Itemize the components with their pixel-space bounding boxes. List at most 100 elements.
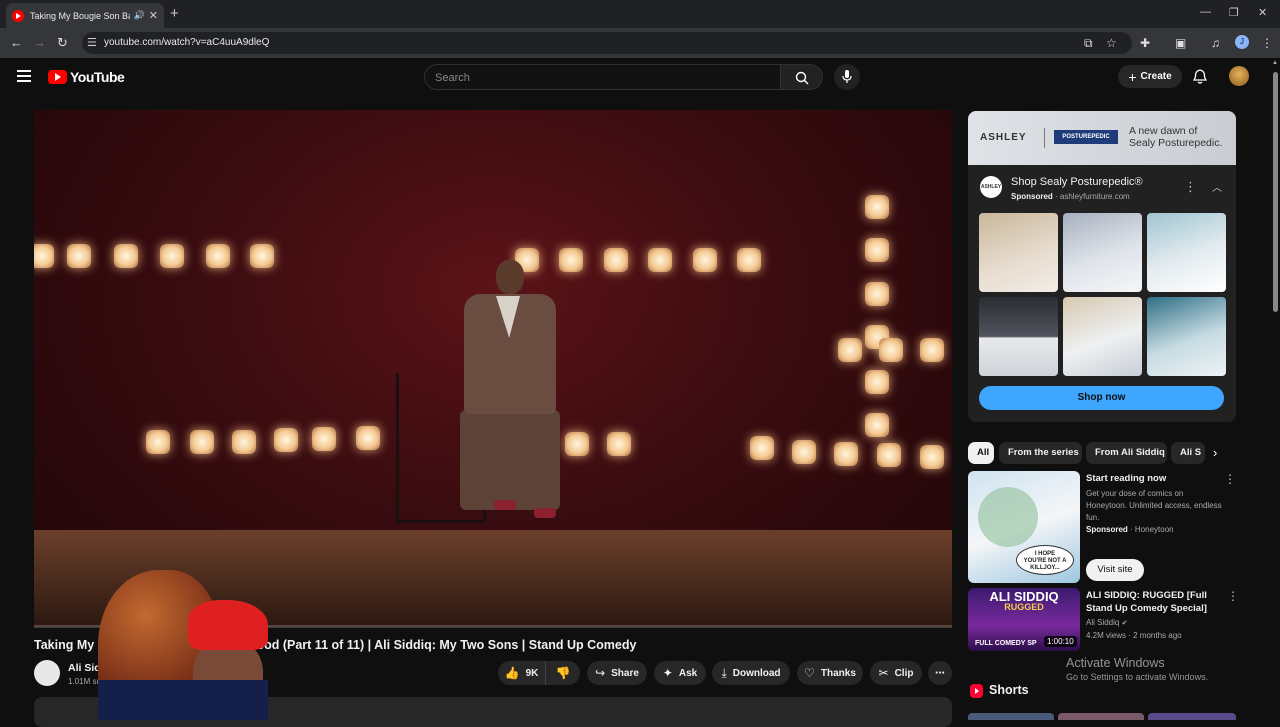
chevron-right-icon[interactable]: › bbox=[1213, 445, 1217, 460]
share-button[interactable]: ↪ Share bbox=[587, 661, 647, 685]
thumbs-up-icon: 👍 bbox=[504, 666, 520, 680]
sponsored-label: Sponsored bbox=[1086, 525, 1128, 534]
chip-from-ali-siddiq[interactable]: From Ali Siddiq bbox=[1086, 442, 1167, 464]
create-button[interactable]: + Create bbox=[1118, 65, 1182, 88]
voice-search-button[interactable] bbox=[834, 64, 860, 90]
comic-character bbox=[978, 487, 1038, 547]
restore-icon[interactable]: ❐ bbox=[1229, 6, 1239, 19]
create-label: Create bbox=[1140, 71, 1172, 82]
more-vertical-icon[interactable]: ⋮ bbox=[1184, 179, 1197, 195]
download-button[interactable]: ⤓ Download bbox=[712, 661, 790, 685]
stage-light bbox=[607, 432, 631, 456]
ask-button[interactable]: ✦ Ask bbox=[654, 661, 706, 685]
short-thumbnail[interactable] bbox=[1058, 713, 1144, 720]
scissors-icon: ✂ bbox=[878, 666, 889, 680]
notifications-bell-icon[interactable] bbox=[1193, 69, 1207, 85]
like-button[interactable]: 👍 9K bbox=[498, 661, 546, 685]
account-avatar[interactable] bbox=[1229, 66, 1249, 86]
extensions-icon[interactable]: ✚ bbox=[1140, 36, 1150, 50]
close-tab-icon[interactable]: ✕ bbox=[149, 9, 158, 22]
honeytoon-thumbnail[interactable]: I HOPE YOU'RE NOT A KILLJOY... bbox=[968, 471, 1080, 583]
ad-product-image[interactable] bbox=[979, 297, 1058, 376]
short-thumbnail[interactable] bbox=[1148, 713, 1236, 720]
clip-button[interactable]: ✂ Clip bbox=[870, 661, 922, 685]
related-title[interactable]: Start reading now bbox=[1086, 472, 1222, 485]
ad-product-image[interactable] bbox=[1147, 297, 1226, 376]
clip-label: Clip bbox=[894, 667, 914, 679]
search-icon bbox=[795, 71, 809, 85]
browser-tab[interactable]: Taking My Bougie Son Back 🔊 ✕ bbox=[6, 3, 164, 28]
minimize-icon[interactable]: — bbox=[1200, 6, 1211, 18]
more-horizontal-icon: ⋯ bbox=[935, 667, 945, 679]
advertiser-logo[interactable]: ASHLEY bbox=[980, 176, 1002, 198]
browser-tab-bar: Taking My Bougie Son Back 🔊 ✕ + — ❐ ✕ bbox=[0, 0, 1280, 28]
duration-badge: 1:00:10 bbox=[1044, 636, 1077, 647]
thanks-label: Thanks bbox=[820, 667, 856, 679]
stage-light bbox=[693, 248, 717, 272]
browser-menu-icon[interactable]: ⋮ bbox=[1261, 36, 1273, 50]
shop-now-button[interactable]: Shop now bbox=[979, 386, 1224, 410]
search-input[interactable] bbox=[435, 70, 765, 86]
related-title[interactable]: ALI SIDDIQ: RUGGED [Full Stand Up Comedy… bbox=[1086, 589, 1222, 615]
ad-product-image[interactable] bbox=[1063, 297, 1142, 376]
media-controls-icon[interactable]: ♫ bbox=[1211, 36, 1220, 50]
related-sponsor-line: Sponsored · Honeytoon bbox=[1086, 524, 1222, 536]
channel-avatar[interactable] bbox=[34, 660, 60, 686]
dislike-button[interactable]: 👎 bbox=[546, 661, 580, 685]
page-scrollbar[interactable]: ▲ bbox=[1271, 58, 1280, 720]
stage-light bbox=[834, 442, 858, 466]
shorts-icon bbox=[970, 684, 983, 698]
new-tab-icon[interactable]: + bbox=[170, 5, 179, 22]
chevron-up-icon[interactable]: ︿ bbox=[1212, 179, 1222, 194]
visit-site-button[interactable]: Visit site bbox=[1086, 559, 1144, 581]
stage-light bbox=[114, 244, 138, 268]
chip-all[interactable]: All bbox=[968, 442, 994, 464]
stage-light bbox=[865, 195, 889, 219]
address-bar[interactable]: ☰ youtube.com/watch?v=aC4uuA9dleQ bbox=[82, 32, 1132, 54]
youtube-favicon-icon bbox=[12, 9, 24, 22]
youtube-logo[interactable]: YouTube bbox=[48, 69, 125, 85]
scroll-up-icon[interactable]: ▲ bbox=[1272, 60, 1278, 66]
ad-banner[interactable]: ASHLEY POSTUREPEDIC A new dawn of Sealy … bbox=[968, 111, 1236, 165]
stage-light bbox=[604, 248, 628, 272]
more-actions-button[interactable]: ⋯ bbox=[928, 661, 952, 685]
ad-product-image[interactable] bbox=[1147, 213, 1226, 292]
ad-title[interactable]: Shop Sealy Posturepedic® bbox=[1011, 176, 1143, 188]
stage-light bbox=[312, 427, 336, 451]
chip-ali-siddiq[interactable]: Ali S bbox=[1171, 442, 1205, 464]
video-player[interactable] bbox=[34, 110, 952, 627]
stage-light bbox=[160, 244, 184, 268]
more-vertical-icon[interactable]: ⋮ bbox=[1224, 472, 1236, 486]
search-button[interactable] bbox=[781, 64, 823, 90]
stage-light bbox=[648, 248, 672, 272]
menu-icon[interactable] bbox=[17, 70, 31, 82]
related-channel[interactable]: Ali Siddiq ✔ bbox=[1086, 617, 1222, 630]
back-icon[interactable]: ← bbox=[10, 35, 23, 50]
forward-icon[interactable]: → bbox=[33, 35, 46, 50]
stage-light bbox=[274, 428, 298, 452]
more-vertical-icon[interactable]: ⋮ bbox=[1227, 589, 1239, 603]
thanks-button[interactable]: ♡ Thanks bbox=[797, 661, 863, 685]
install-app-icon[interactable]: ⧉ bbox=[1084, 36, 1093, 51]
ad-product-image[interactable] bbox=[1063, 213, 1142, 292]
chip-from-the-series[interactable]: From the series bbox=[999, 442, 1082, 464]
split-view-icon[interactable]: ▣ bbox=[1175, 36, 1186, 50]
bookmark-star-icon[interactable]: ☆ bbox=[1106, 36, 1117, 50]
scrollbar-thumb[interactable] bbox=[1273, 72, 1278, 312]
sparkle-icon: ✦ bbox=[662, 666, 673, 680]
youtube-play-icon bbox=[48, 70, 67, 84]
stage-light bbox=[750, 436, 774, 460]
verified-icon: ✔ bbox=[1121, 620, 1128, 627]
ad-product-image[interactable] bbox=[979, 213, 1058, 292]
audio-playing-icon[interactable]: 🔊 bbox=[134, 10, 145, 21]
site-info-icon[interactable]: ☰ bbox=[87, 36, 97, 49]
close-window-icon[interactable]: ✕ bbox=[1258, 6, 1267, 19]
url-text: youtube.com/watch?v=aC4uuA9dleQ bbox=[104, 37, 270, 48]
short-thumbnail[interactable] bbox=[968, 713, 1054, 720]
ad-partner: POSTUREPEDIC bbox=[1054, 130, 1118, 144]
logo-wordmark: YouTube bbox=[70, 69, 125, 85]
reload-icon[interactable]: ↻ bbox=[57, 35, 68, 51]
stage-light bbox=[67, 244, 91, 268]
profile-icon[interactable]: J bbox=[1235, 35, 1249, 49]
comedian-figure bbox=[404, 260, 564, 540]
